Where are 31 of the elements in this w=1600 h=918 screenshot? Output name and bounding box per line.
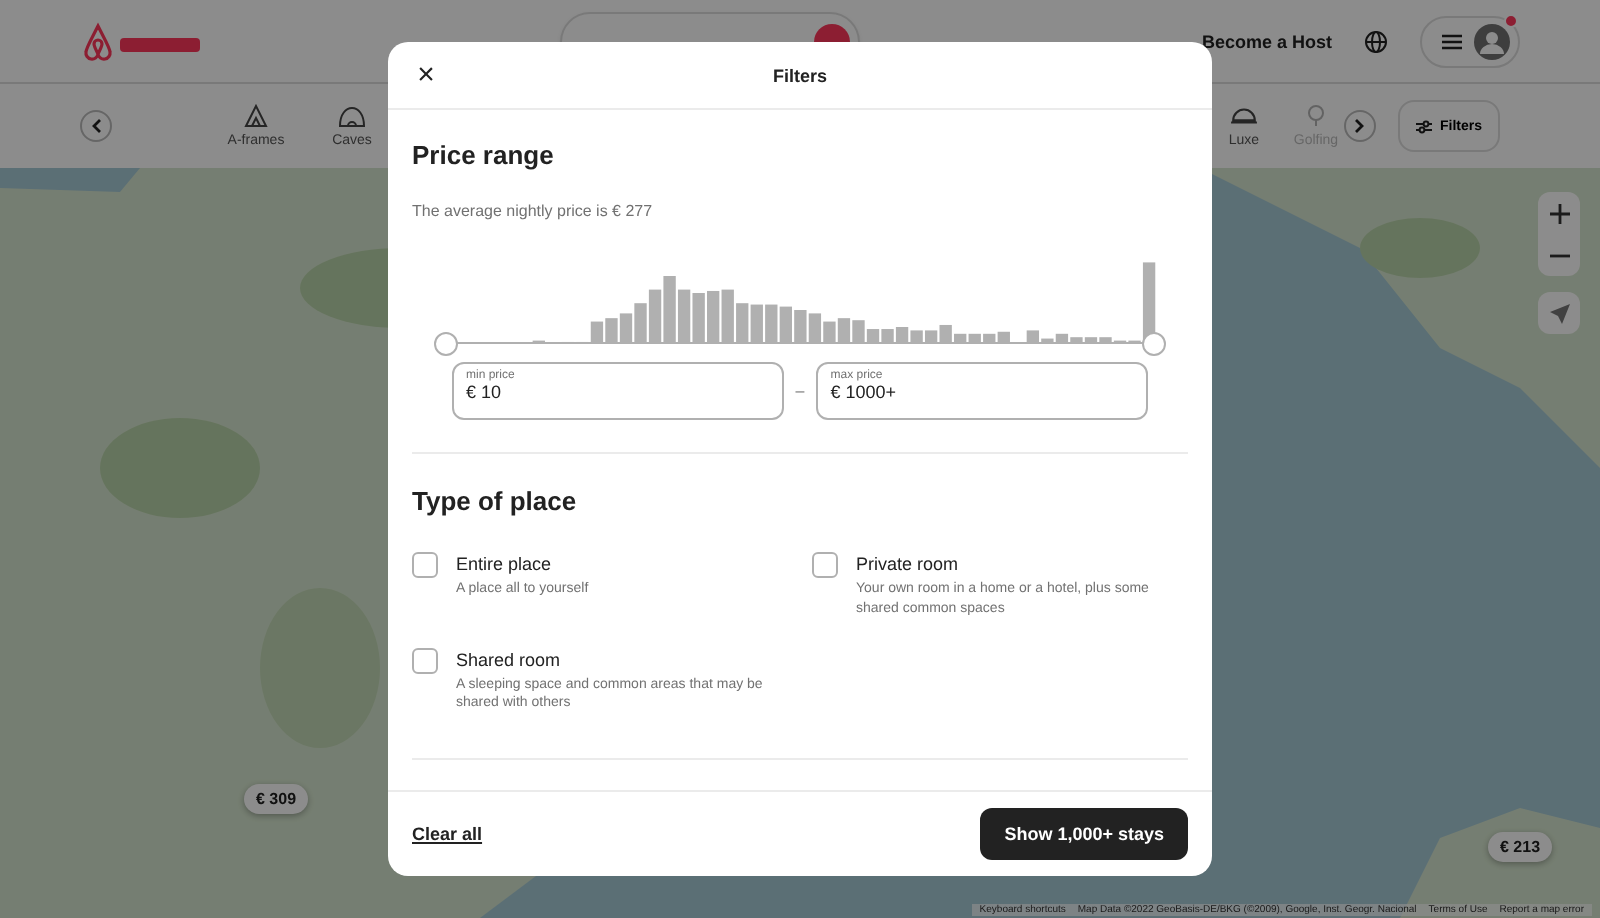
range-separator: – bbox=[795, 382, 805, 400]
checkbox[interactable] bbox=[412, 647, 438, 674]
chevron-left-icon[interactable] bbox=[80, 110, 112, 142]
section-heading: Type of place bbox=[412, 486, 579, 516]
sliders-icon bbox=[1415, 119, 1432, 133]
price-marker[interactable]: € 309 bbox=[244, 784, 309, 814]
chevron-right-icon[interactable] bbox=[1343, 110, 1376, 142]
clear-all-link[interactable]: Clear all bbox=[412, 824, 483, 844]
option-label: Entire place bbox=[456, 554, 554, 574]
globe-icon[interactable] bbox=[1364, 29, 1388, 53]
option-label: Private room bbox=[856, 554, 961, 574]
dialog-title: Filters bbox=[772, 65, 827, 85]
cave-icon bbox=[338, 104, 366, 128]
slider-handle[interactable] bbox=[1142, 332, 1166, 356]
checkbox[interactable] bbox=[812, 552, 838, 578]
slider-handle[interactable] bbox=[434, 332, 458, 356]
a-frame-icon bbox=[242, 104, 270, 128]
user-menu[interactable] bbox=[1420, 15, 1520, 67]
show-stays-button[interactable]: Show 1,000+ stays bbox=[980, 808, 1188, 860]
cloche-icon bbox=[1229, 108, 1258, 124]
min-price-input[interactable]: € 10 bbox=[466, 382, 770, 402]
option-label: Shared room bbox=[456, 649, 563, 670]
avatar-icon[interactable] bbox=[1474, 23, 1510, 59]
close-button[interactable]: × bbox=[408, 58, 444, 94]
price-marker[interactable]: € 213 bbox=[1488, 832, 1553, 862]
max-price-input[interactable]: € 1000+ bbox=[830, 382, 1135, 402]
average-price-text: The average nightly price is € 277 bbox=[412, 202, 655, 220]
section-heading: Price range bbox=[412, 140, 556, 170]
checkbox[interactable] bbox=[412, 552, 438, 578]
host-link[interactable]: Become a Host bbox=[1201, 31, 1332, 51]
menu-icon[interactable] bbox=[1442, 33, 1462, 49]
